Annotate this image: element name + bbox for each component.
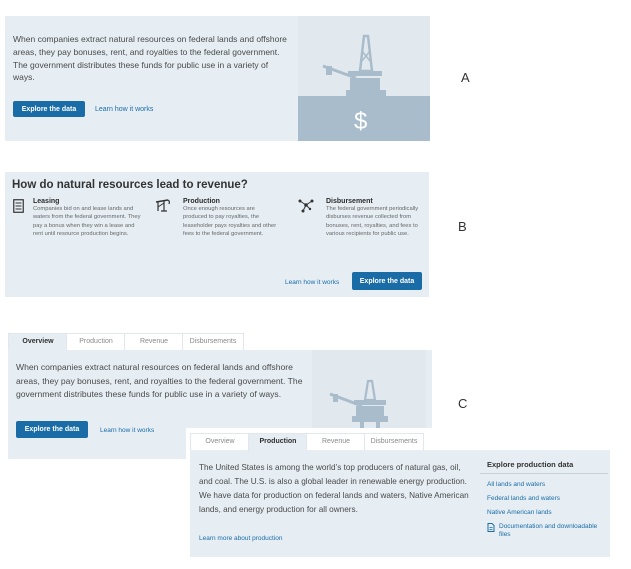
variant-a-explore-button[interactable]: Explore the data: [13, 101, 85, 117]
pump-icon: [155, 199, 170, 212]
overview-explore-button[interactable]: Explore the data: [16, 421, 88, 438]
oil-rig-icon: [329, 379, 388, 430]
production-learn-link[interactable]: Learn more about production: [199, 535, 282, 542]
sidebar-link-federal[interactable]: Federal lands and waters: [480, 488, 608, 502]
feature-production: Production Once enough resources are pro…: [183, 198, 278, 238]
tab-production[interactable]: Production: [66, 333, 126, 351]
feature-title: Disbursement: [326, 198, 373, 205]
feature-text: Companies bid on and lease lands and wat…: [33, 206, 141, 237]
variant-b-explore-button[interactable]: Explore the data: [352, 272, 422, 290]
feature-disbursement: Disbursement The federal government peri…: [326, 198, 421, 238]
production-sidebar: Explore production data All lands and wa…: [480, 458, 608, 539]
sidebar-link-native-american[interactable]: Native American lands: [480, 502, 608, 516]
variant-b-heading: How do natural resources lead to revenue…: [12, 179, 248, 191]
variant-c-letter: C: [458, 396, 468, 411]
feature-title: Production: [183, 198, 220, 205]
dollar-icon: $: [354, 108, 368, 135]
tab-overview[interactable]: Overview: [8, 333, 68, 351]
tab-revenue[interactable]: Revenue: [306, 433, 366, 451]
overview-paragraph: When companies extract natural resources…: [16, 362, 303, 399]
overview-panel-edge: [426, 350, 432, 430]
tab-disbursements[interactable]: Disbursements: [364, 433, 424, 451]
document-icon: [13, 199, 24, 213]
variant-a-paragraph: When companies extract natural resources…: [13, 34, 287, 83]
variant-b-learn-link[interactable]: Learn how it works: [285, 279, 339, 286]
tab-production[interactable]: Production: [248, 433, 308, 451]
variant-b-letter: B: [458, 219, 467, 234]
variant-a-letter: A: [461, 70, 470, 85]
feature-leasing: Leasing Companies bid on and lease lands…: [33, 198, 143, 238]
sidebar-link-all-lands[interactable]: All lands and waters: [480, 474, 608, 488]
feature-title: Leasing: [33, 198, 60, 205]
sidebar-link-label: Documentation and downloadable files: [499, 523, 598, 538]
feature-text: The federal government periodically disb…: [326, 206, 419, 237]
sidebar-link-documentation[interactable]: Documentation and downloadable files: [480, 516, 608, 539]
overview-learn-link[interactable]: Learn how it works: [100, 427, 154, 434]
tab-revenue[interactable]: Revenue: [124, 333, 184, 351]
production-paragraph: The United States is among the world’s t…: [199, 463, 469, 514]
feature-text: Once enough resources are produced to pa…: [183, 206, 277, 237]
sidebar-title: Explore production data: [480, 458, 608, 474]
file-icon: [487, 523, 495, 532]
tab-overview[interactable]: Overview: [190, 433, 250, 451]
distribution-icon: [298, 199, 314, 213]
tab-disbursements[interactable]: Disbursements: [182, 333, 244, 351]
variant-a-learn-link[interactable]: Learn how it works: [95, 106, 153, 113]
